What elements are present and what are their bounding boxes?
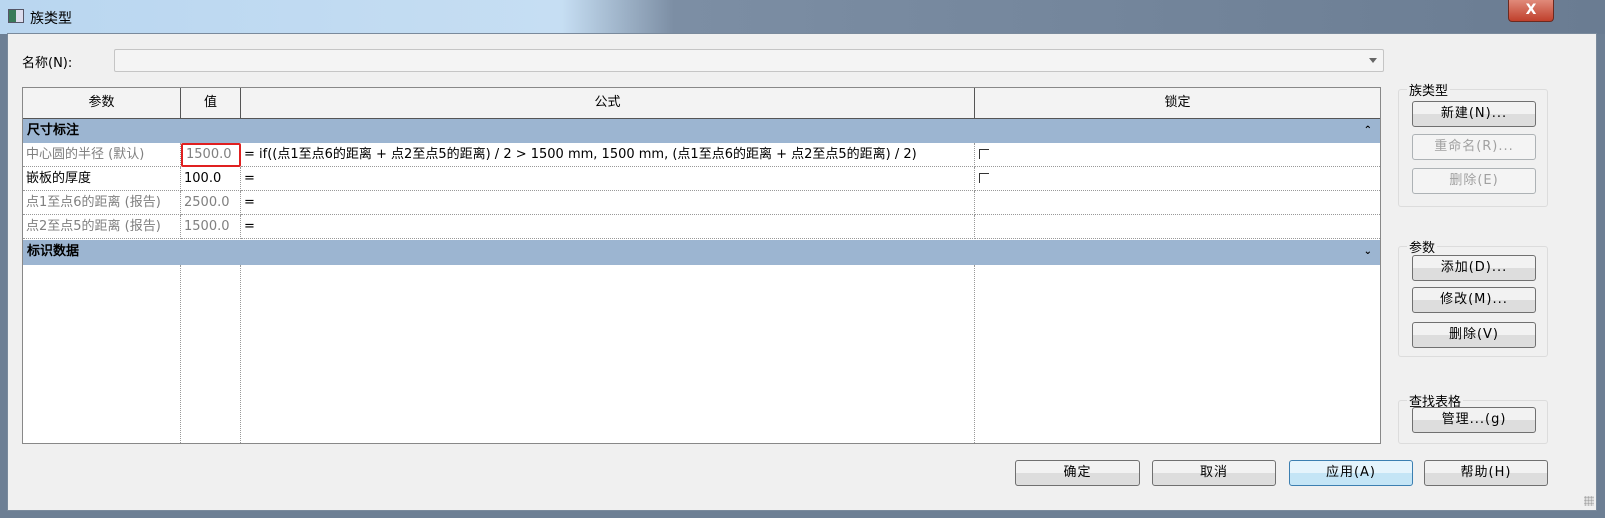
rename-type-button[interactable]: 重命名(R)... [1412, 134, 1536, 160]
group-dimensions[interactable]: 尺寸标注 ⌃ [23, 119, 1380, 143]
chevron-double-down-icon[interactable]: ⌄ [1364, 240, 1372, 264]
close-button[interactable]: X [1508, 0, 1554, 22]
cancel-button[interactable]: 取消 [1152, 460, 1276, 486]
header-value[interactable]: 值 [181, 88, 241, 119]
formula-cell[interactable]: = if((点1至点6的距离 + 点2至点5的距离) / 2 > 1500 mm… [241, 143, 975, 167]
ok-button[interactable]: 确定 [1015, 460, 1140, 486]
group-label: 标识数据 [27, 244, 80, 259]
lock-cell [975, 191, 1380, 215]
delete-parameter-button[interactable]: 删除(V) [1412, 322, 1536, 348]
family-types-title: 族类型 [1407, 80, 1451, 99]
header-formula[interactable]: 公式 [241, 88, 975, 119]
formula-cell[interactable]: = [241, 167, 975, 191]
value-cell[interactable]: 2500.0 [181, 191, 241, 215]
formula-cell[interactable]: = [241, 191, 975, 215]
apply-button[interactable]: 应用(A) [1289, 460, 1413, 486]
column-divider [974, 265, 975, 443]
param-name: 点1至点6的距离 (报告) [23, 191, 181, 215]
add-parameter-button[interactable]: 添加(D)... [1412, 255, 1536, 281]
parameter-table: 参数 值 公式 锁定 尺寸标注 ⌃ 中心圆的半径 (默认) 1500.0 = if… [22, 87, 1381, 444]
group-label: 尺寸标注 [27, 123, 80, 138]
name-dropdown[interactable] [114, 49, 1384, 72]
dropdown-arrow-icon[interactable] [1369, 58, 1377, 63]
delete-type-button[interactable]: 删除(E) [1412, 168, 1536, 194]
header-param[interactable]: 参数 [23, 88, 181, 119]
lock-checkbox[interactable] [979, 149, 989, 159]
param-name: 嵌板的厚度 [23, 167, 181, 191]
group-identity-data[interactable]: 标识数据 ⌄ [23, 240, 1380, 265]
resize-grip-icon[interactable] [1584, 496, 1594, 506]
value-cell[interactable]: 100.0 [181, 167, 241, 191]
app-icon [8, 9, 24, 23]
new-type-button[interactable]: 新建(N)... [1412, 101, 1536, 127]
value-cell[interactable]: 1500.0 [181, 215, 241, 239]
column-divider [180, 265, 181, 443]
help-button[interactable]: 帮助(H) [1424, 460, 1548, 486]
lock-cell [975, 215, 1380, 239]
lock-cell[interactable] [975, 167, 1380, 191]
name-label: 名称(N): [22, 56, 73, 71]
parameters-title: 参数 [1407, 237, 1438, 256]
header-lock[interactable]: 锁定 [975, 88, 1380, 119]
value-cell-selected[interactable]: 1500.0 [181, 143, 241, 167]
chevron-double-up-icon[interactable]: ⌃ [1364, 119, 1372, 143]
window-title: 族类型 [30, 11, 72, 27]
lock-cell[interactable] [975, 143, 1380, 167]
lock-checkbox[interactable] [979, 173, 989, 183]
param-name: 点2至点5的距离 (报告) [23, 215, 181, 239]
modify-parameter-button[interactable]: 修改(M)... [1412, 287, 1536, 313]
column-divider [240, 265, 241, 443]
title-bar [0, 0, 1605, 34]
manage-lookup-button[interactable]: 管理...(g) [1412, 407, 1536, 433]
param-name: 中心圆的半径 (默认) [23, 143, 181, 167]
formula-cell[interactable]: = [241, 215, 975, 239]
